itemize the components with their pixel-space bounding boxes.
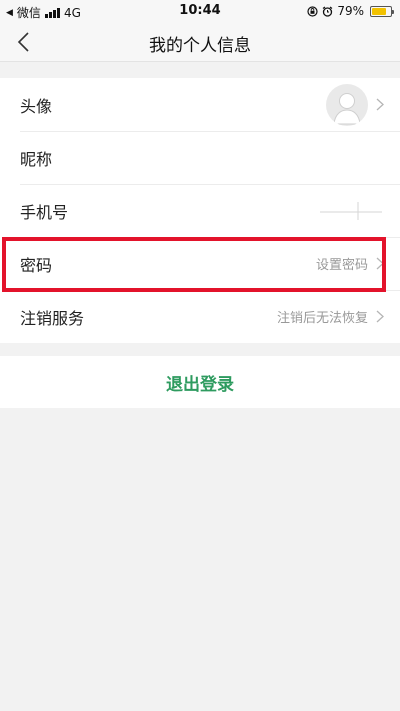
page-title: 我的个人信息	[149, 36, 251, 56]
chevron-right-icon	[376, 257, 384, 270]
row-label-deactivate: 注销服务	[20, 308, 85, 328]
phone-number-redaction	[320, 202, 382, 220]
default-avatar-icon	[333, 92, 361, 124]
profile-row-password[interactable]: 密码 设置密码	[0, 237, 400, 290]
chevron-right-icon	[376, 310, 384, 323]
status-right: 79%	[307, 4, 394, 18]
logout-button[interactable]: 退出登录	[0, 356, 400, 408]
battery-fill	[372, 7, 386, 15]
row-right-password: 设置密码	[316, 237, 384, 290]
row-value-password: 设置密码	[315, 258, 368, 273]
alarm-icon	[322, 6, 333, 17]
profile-row-phone[interactable]: 手机号	[0, 184, 400, 237]
battery-percent: 79%	[337, 4, 364, 18]
avatar[interactable]	[326, 83, 368, 126]
status-bar: ◀ 微信 4G 10:44 79%	[0, 0, 400, 22]
row-label-password: 密码	[20, 255, 53, 275]
profile-row-nickname[interactable]: 昵称	[0, 131, 400, 184]
row-label-avatar: 头像	[20, 96, 53, 116]
profile-row-avatar[interactable]: 头像	[0, 78, 400, 131]
profile-row-deactivate[interactable]: 注销服务 注销后无法恢复	[0, 290, 400, 343]
row-right-avatar	[326, 78, 384, 131]
profile-list: 头像 昵称 手机号 密码 设置密码 注销服务 注销后无法恢复	[0, 78, 400, 343]
row-label-phone: 手机号	[20, 202, 69, 222]
row-label-nickname: 昵称	[20, 149, 53, 169]
chevron-right-icon	[376, 98, 384, 111]
battery-icon	[370, 5, 394, 17]
row-value-deactivate: 注销后无法恢复	[276, 311, 368, 326]
nav-bar: 我的个人信息	[0, 22, 400, 62]
row-right-deactivate: 注销后无法恢复	[277, 290, 384, 343]
orientation-lock-icon	[307, 5, 318, 17]
logout-label: 退出登录	[166, 374, 234, 395]
